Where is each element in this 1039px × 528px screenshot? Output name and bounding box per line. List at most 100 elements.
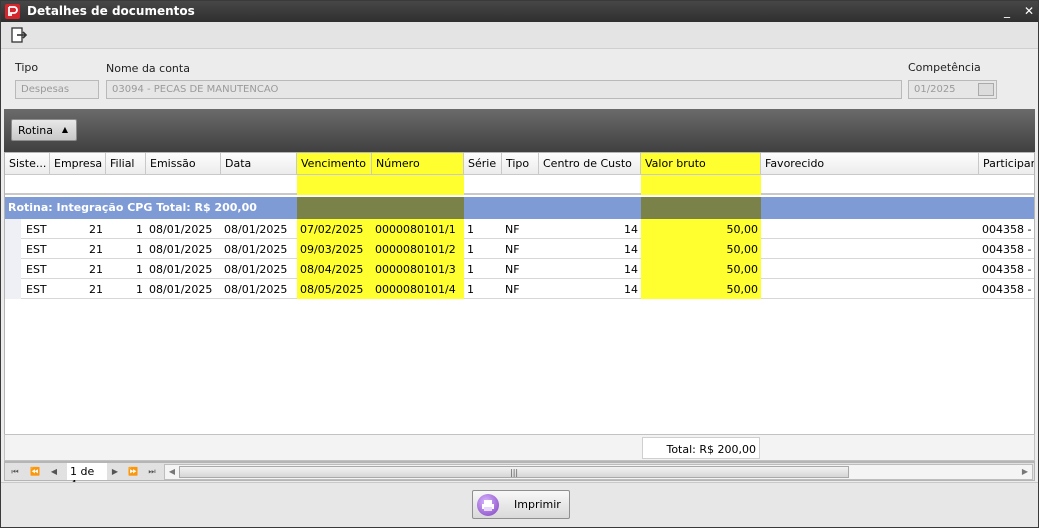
- cell-data[interactable]: 08/01/2025: [221, 219, 297, 239]
- cell-emissao[interactable]: 08/01/2025: [146, 279, 221, 299]
- cell-valor[interactable]: 50,00: [641, 219, 761, 239]
- cell-empresa[interactable]: 21: [50, 279, 106, 299]
- column-header-empresa[interactable]: Empresa: [50, 153, 106, 175]
- cell-vencimento[interactable]: 07/02/2025: [297, 219, 372, 239]
- cell-sistema[interactable]: EST: [23, 239, 50, 259]
- cell-numero[interactable]: 0000080101/4: [372, 279, 464, 299]
- print-button[interactable]: Imprimir: [472, 490, 570, 519]
- table-row[interactable]: EST 21 1 08/01/2025 08/01/2025 09/03/2025 0000…: [5, 239, 1034, 259]
- action-bar: Imprimir: [1, 482, 1038, 527]
- cell-filial[interactable]: 1: [106, 259, 146, 279]
- prev-page-fast-icon[interactable]: ⏪: [28, 465, 42, 479]
- cell-filial[interactable]: 1: [106, 239, 146, 259]
- title-bar: Detalhes de documentos _ ✕: [1, 1, 1038, 22]
- next-page-fast-icon[interactable]: ⏩: [126, 465, 140, 479]
- first-page-icon[interactable]: ⏮: [8, 465, 22, 479]
- scroll-left-icon[interactable]: ◀: [165, 465, 179, 479]
- next-page-icon[interactable]: ▶: [108, 465, 122, 479]
- cell-serie[interactable]: 1: [464, 279, 502, 299]
- cell-numero[interactable]: 0000080101/2: [372, 239, 464, 259]
- cell-tipo[interactable]: NF: [502, 239, 539, 259]
- cell-numero[interactable]: 0000080101/1: [372, 219, 464, 239]
- printer-icon: [477, 494, 499, 516]
- table-row[interactable]: EST 21 1 08/01/2025 08/01/2025 08/04/2025 0000…: [5, 259, 1034, 279]
- cell-serie[interactable]: 1: [464, 219, 502, 239]
- scroll-right-icon[interactable]: ▶: [1018, 465, 1032, 479]
- filter-cell-numero[interactable]: [372, 175, 464, 195]
- prev-page-icon[interactable]: ◀: [47, 465, 61, 479]
- cell-serie[interactable]: 1: [464, 239, 502, 259]
- cell-vencimento[interactable]: 08/05/2025: [297, 279, 372, 299]
- cell-filial[interactable]: 1: [106, 219, 146, 239]
- tipo-label: Tipo: [15, 61, 39, 74]
- calendar-icon[interactable]: [978, 83, 994, 96]
- auto-filter-row[interactable]: [5, 175, 1034, 195]
- filter-cell-valor-bruto[interactable]: [641, 175, 761, 195]
- cell-tipo[interactable]: NF: [502, 259, 539, 279]
- cell-sistema[interactable]: EST: [23, 219, 50, 239]
- cell-centro[interactable]: 14: [539, 279, 641, 299]
- conta-field[interactable]: 03094 - PECAS DE MANUTENCAO: [106, 80, 902, 99]
- cell-tipo[interactable]: NF: [502, 219, 539, 239]
- cell-centro[interactable]: 14: [539, 219, 641, 239]
- cell-data[interactable]: 08/01/2025: [221, 239, 297, 259]
- data-navigator: ⏮ ⏪ ◀ 1 de 4 ▶ ⏩ ⏭ ◀ ||| ▶: [4, 462, 1035, 491]
- column-header-favorecido[interactable]: Favorecido: [761, 153, 979, 175]
- cell-centro[interactable]: 14: [539, 259, 641, 279]
- cell-data[interactable]: 08/01/2025: [221, 279, 297, 299]
- column-header-filial[interactable]: Filial: [106, 153, 146, 175]
- column-header-participante[interactable]: Participant: [979, 153, 1034, 175]
- cell-valor[interactable]: 50,00: [641, 239, 761, 259]
- cell-centro[interactable]: 14: [539, 239, 641, 259]
- column-header-serie[interactable]: Série: [464, 153, 502, 175]
- cell-favorecido[interactable]: [761, 279, 979, 299]
- group-by-panel: Rotina ▲: [4, 109, 1035, 152]
- cell-empresa[interactable]: 21: [50, 239, 106, 259]
- cell-sistema[interactable]: EST: [23, 279, 50, 299]
- close-button[interactable]: ✕: [1022, 4, 1036, 18]
- cell-valor[interactable]: 50,00: [641, 259, 761, 279]
- minimize-button[interactable]: _: [1000, 4, 1014, 18]
- column-header-centro-custo[interactable]: Centro de Custo: [539, 153, 641, 175]
- table-row[interactable]: EST 21 1 08/01/2025 08/01/2025 08/05/2025 0000…: [5, 279, 1034, 299]
- cell-empresa[interactable]: 21: [50, 259, 106, 279]
- cell-favorecido[interactable]: [761, 259, 979, 279]
- cell-sistema[interactable]: EST: [23, 259, 50, 279]
- cell-participante[interactable]: 004358 - BO: [979, 219, 1034, 239]
- group-chip-rotina[interactable]: Rotina ▲: [11, 119, 77, 141]
- cell-favorecido[interactable]: [761, 219, 979, 239]
- horizontal-scrollbar[interactable]: ◀ ||| ▶: [164, 464, 1033, 480]
- exit-icon[interactable]: [10, 26, 28, 44]
- cell-participante[interactable]: 004358 - BO: [979, 279, 1034, 299]
- filter-cell-vencimento[interactable]: [297, 175, 372, 195]
- group-row-rotina[interactable]: Rotina: Integração CPG Total: R$ 200,00: [5, 197, 1034, 219]
- cell-data[interactable]: 08/01/2025: [221, 259, 297, 279]
- competencia-field[interactable]: 01/2025: [908, 80, 997, 99]
- table-row[interactable]: EST 21 1 08/01/2025 08/01/2025 07/02/2025 0000…: [5, 219, 1034, 239]
- column-header-tipo[interactable]: Tipo: [502, 153, 539, 175]
- cell-serie[interactable]: 1: [464, 259, 502, 279]
- last-page-icon[interactable]: ⏭: [145, 465, 159, 479]
- cell-participante[interactable]: 004358 - BO: [979, 239, 1034, 259]
- cell-favorecido[interactable]: [761, 239, 979, 259]
- cell-emissao[interactable]: 08/01/2025: [146, 259, 221, 279]
- tipo-field[interactable]: Despesas: [15, 80, 99, 99]
- column-header-valor-bruto[interactable]: Valor bruto: [641, 153, 761, 175]
- column-header-vencimento[interactable]: Vencimento: [297, 153, 372, 175]
- cell-valor[interactable]: 50,00: [641, 279, 761, 299]
- documents-grid: Siste... Empresa Filial Emissão Data Ven…: [4, 152, 1035, 462]
- cell-tipo[interactable]: NF: [502, 279, 539, 299]
- cell-vencimento[interactable]: 08/04/2025: [297, 259, 372, 279]
- cell-participante[interactable]: 004358 - BO: [979, 259, 1034, 279]
- cell-emissao[interactable]: 08/01/2025: [146, 219, 221, 239]
- cell-vencimento[interactable]: 09/03/2025: [297, 239, 372, 259]
- column-header-data[interactable]: Data: [221, 153, 297, 175]
- column-header-emissao[interactable]: Emissão: [146, 153, 221, 175]
- column-header-numero[interactable]: Número: [372, 153, 464, 175]
- cell-numero[interactable]: 0000080101/3: [372, 259, 464, 279]
- cell-empresa[interactable]: 21: [50, 219, 106, 239]
- cell-emissao[interactable]: 08/01/2025: [146, 239, 221, 259]
- column-header-sistema[interactable]: Siste...: [5, 153, 50, 175]
- cell-filial[interactable]: 1: [106, 279, 146, 299]
- scroll-thumb[interactable]: |||: [179, 466, 849, 478]
